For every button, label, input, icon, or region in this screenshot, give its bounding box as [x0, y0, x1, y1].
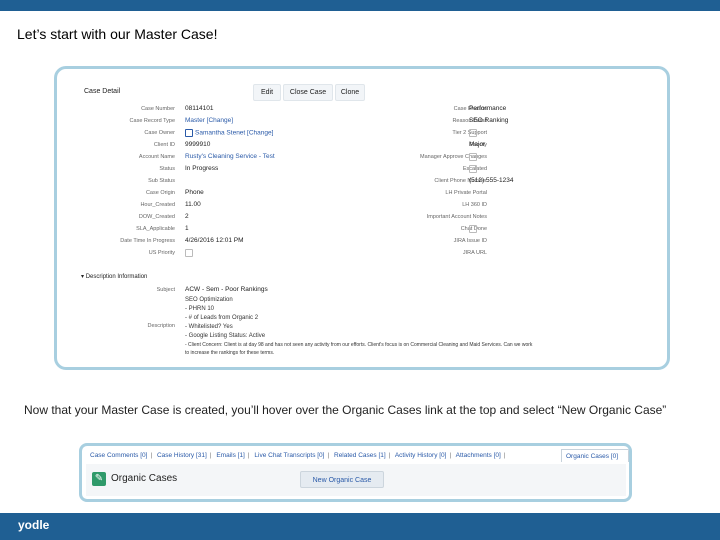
case-comments-link[interactable]: Case Comments [0] — [90, 452, 147, 459]
description-line: SEO Optimization — [185, 297, 233, 303]
description-section-title: Description Information — [85, 274, 148, 280]
organic-cases-section: ✎ Organic Cases New Organic Case — [86, 464, 626, 496]
account-name-link[interactable]: Rusty's Cleaning Service - Test — [185, 153, 275, 160]
field-value: (512) 555-1234 — [469, 177, 514, 184]
field-label: Case Origin — [145, 190, 175, 196]
description-line: to increase the rankings for these terms… — [185, 350, 275, 356]
subject-label: Subject — [156, 287, 175, 293]
manager-approve-checkbox — [469, 153, 477, 161]
escalated-checkbox — [469, 165, 477, 173]
field-label: Case Reason — [453, 106, 487, 112]
field-label: US Priority — [148, 250, 175, 256]
checkbox-icon — [469, 225, 477, 233]
field-label: JIRA Issue ID — [453, 238, 487, 244]
case-owner-link[interactable]: Samantha Stenet [Change] — [185, 129, 273, 137]
activity-history-link[interactable]: Activity History [0] — [395, 452, 447, 459]
us-priority-checkbox — [185, 249, 193, 257]
field-value: 1 — [185, 225, 189, 232]
field-label: Important Account Notes — [426, 214, 487, 220]
field-label: Client Phone Number — [434, 178, 487, 184]
field-label: Account Name — [138, 154, 175, 160]
yodle-logo: yodle — [18, 518, 50, 532]
case-history-link[interactable]: Case History [31] — [157, 452, 207, 459]
new-organic-case-button[interactable]: New Organic Case — [300, 471, 384, 488]
field-label: Case Number — [141, 106, 175, 112]
field-label: Case Record Type — [129, 118, 175, 124]
field-value: Phone — [185, 189, 204, 196]
instruction-caption: Now that your Master Case is created, yo… — [24, 403, 667, 417]
field-label: LH 360 ID — [462, 202, 487, 208]
close-case-button[interactable]: Close Case — [283, 84, 333, 101]
pencil-icon: ✎ — [92, 472, 106, 486]
field-label: Sub Status — [148, 178, 175, 184]
clone-button[interactable]: Clone — [335, 84, 365, 101]
checkbox-icon — [469, 129, 477, 137]
field-value: 08114101 — [185, 105, 214, 112]
field-label: JIRA URL — [462, 250, 487, 256]
checkbox-icon — [185, 249, 193, 257]
user-icon — [185, 129, 193, 137]
organic-cases-title: Organic Cases — [111, 473, 178, 484]
chat-done-checkbox — [469, 225, 477, 233]
field-value: 9999910 — [185, 141, 211, 148]
case-detail-screenshot: Case Detail Edit Close Case Clone Case N… — [54, 66, 670, 370]
description-line: - Google Listing Status: Active — [185, 333, 266, 339]
description-label: Description — [147, 323, 175, 329]
organic-cases-link[interactable]: Organic Cases [0] — [561, 449, 629, 462]
field-label: Date Time In Progress — [120, 238, 175, 244]
related-lists-screenshot: Case Comments [0] | Case History [31] | Em… — [79, 443, 632, 502]
field-value: Performance — [469, 105, 507, 112]
field-label: Status — [159, 166, 175, 172]
description-section-header: ▾ Description Information — [81, 274, 148, 280]
field-value: SEO Ranking — [469, 117, 509, 124]
case-owner-value[interactable]: Samantha Stenet [Change] — [195, 130, 273, 137]
field-label: LH Private Portal — [445, 190, 487, 196]
related-list-links: Case Comments [0] | Case History [31] | Em… — [90, 452, 506, 459]
description-line: - # of Leads from Organic 2 — [185, 315, 259, 321]
field-value: 4/26/2016 12:01 PM — [185, 237, 244, 244]
emails-link[interactable]: Emails [1] — [216, 452, 245, 459]
field-label: Escalated — [462, 166, 487, 172]
slide-title: Let’s start with our Master Case! — [17, 26, 218, 42]
field-label: Client ID — [153, 142, 175, 148]
description-line: - PHRN 10 — [185, 306, 215, 312]
field-label: Priority — [469, 142, 487, 148]
top-accent-bar — [0, 0, 720, 11]
field-label: Hour_Created — [140, 202, 175, 208]
tier2-checkbox — [469, 129, 477, 137]
field-value: In Progress — [185, 165, 219, 172]
related-cases-link[interactable]: Related Cases [1] — [334, 452, 386, 459]
field-label: Tier 2 Support — [452, 130, 487, 136]
live-chat-transcripts-link[interactable]: Live Chat Transcripts [0] — [254, 452, 324, 459]
subject-value: ACW - Sem - Poor Rankings — [185, 286, 268, 293]
description-line: - Whitelisted? Yes — [185, 324, 233, 330]
attachments-link[interactable]: Attachments [0] — [456, 452, 501, 459]
checkbox-icon — [469, 165, 477, 173]
field-label: Manager Approve Changes — [420, 154, 487, 160]
case-detail-title: Case Detail — [84, 88, 121, 95]
field-label: Chat Done — [460, 226, 487, 232]
field-value: 11.00 — [185, 201, 201, 208]
description-line: - Client Concern: Client is at day 98 an… — [185, 342, 533, 348]
checkbox-icon — [469, 153, 477, 161]
edit-button[interactable]: Edit — [253, 84, 281, 101]
field-value: 2 — [185, 213, 189, 220]
field-label: SLA_Applicable — [136, 226, 175, 232]
footer-bar: yodle — [0, 513, 720, 540]
field-label: Case Owner — [144, 130, 175, 136]
record-type-link[interactable]: Master [Change] — [185, 117, 233, 124]
field-label: Reason Detail — [452, 118, 487, 124]
field-value: Major — [469, 141, 486, 148]
field-label: DOW_Created — [138, 214, 175, 220]
